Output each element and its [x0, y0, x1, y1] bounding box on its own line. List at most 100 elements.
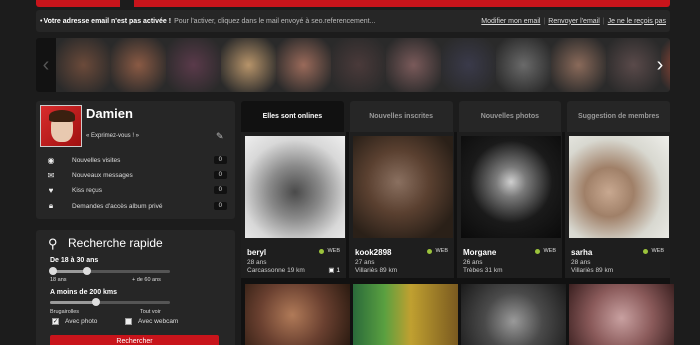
distance-min-label: Brugairolles: [50, 309, 80, 315]
member-name[interactable]: kook2898: [355, 248, 391, 257]
member-card[interactable]: kook2898 WEB 27 ans Villariès 89 km: [349, 132, 454, 278]
edit-email-link[interactable]: Modifier mon email: [481, 18, 540, 25]
online-status: WEB: [427, 248, 448, 254]
member-location: Villariès 89 km: [571, 267, 614, 274]
stat-count: 0: [213, 156, 227, 164]
stat-visits[interactable]: ◉ Nouvelles visites 0: [44, 153, 227, 167]
carousel-thumb[interactable]: [386, 38, 441, 92]
stat-album-requests[interactable]: 🔒︎ Demandes d'accès album privé 0: [44, 199, 227, 213]
member-photo[interactable]: [245, 284, 350, 345]
stat-label: Nouveaux messages: [72, 171, 133, 179]
member-location: Trèbes 31 km: [463, 267, 503, 274]
resend-email-link[interactable]: Renvoyer l'email: [548, 18, 600, 25]
online-dot-icon: [427, 248, 433, 254]
member-name[interactable]: sarha: [571, 248, 592, 257]
distance-slider-handle[interactable]: [92, 298, 100, 306]
carousel-thumb[interactable]: [441, 38, 496, 92]
tab-online[interactable]: Elles sont onlines: [241, 101, 344, 132]
member-name[interactable]: beryl: [247, 248, 266, 257]
carousel-thumb[interactable]: [111, 38, 166, 92]
photo-count-value: 1: [336, 267, 340, 274]
status-text: WEB: [327, 248, 340, 254]
age-range-label: De 18 à 30 ans: [50, 257, 99, 264]
member-carousel: ‹ ›: [36, 38, 670, 92]
quick-search-panel: ⚲ Recherche rapide De 18 à 30 ans 18 ans…: [36, 230, 235, 345]
stat-label: Kiss reçus: [72, 186, 102, 194]
carousel-thumbs: [56, 38, 670, 92]
stat-label: Demandes d'accès album privé: [72, 202, 163, 210]
carousel-thumb[interactable]: [221, 38, 276, 92]
eye-icon: ◉: [47, 155, 55, 165]
member-photo[interactable]: [245, 136, 345, 238]
age-max-label: + de 60 ans: [132, 277, 161, 283]
checkmark-icon: ✓: [52, 318, 59, 325]
separator: |: [543, 17, 546, 25]
member-name[interactable]: Morgane: [463, 248, 496, 257]
pencil-icon[interactable]: ✎: [216, 131, 224, 142]
member-photo[interactable]: [353, 136, 453, 238]
online-dot-icon: [643, 248, 649, 254]
carousel-thumb[interactable]: [56, 38, 111, 92]
email-notice: • Votre adresse email n'est pas activée …: [36, 10, 670, 32]
members-tabs: Elles sont onlines Nouvelles inscrites N…: [241, 101, 670, 132]
member-photo[interactable]: [353, 284, 458, 345]
age-slider-min-handle[interactable]: [49, 267, 57, 275]
notice-info: Pour l'activer, cliquez dans le mail env…: [174, 17, 376, 25]
member-location: Villariès 89 km: [355, 267, 398, 274]
member-card[interactable]: beryl WEB 28 ans Carcassonne 19 km ▣ 1: [241, 132, 346, 278]
carousel-thumb[interactable]: [276, 38, 331, 92]
age-slider-max-handle[interactable]: [83, 267, 91, 275]
profile-panel: Damien « Exprimez-vous ! » ✎ ◉ Nouvelles…: [36, 101, 235, 219]
stat-kiss[interactable]: ♥ Kiss reçus 0: [44, 183, 227, 197]
online-status: WEB: [319, 248, 340, 254]
with-photo-label: Avec photo: [65, 318, 98, 325]
age-min-label: 18 ans: [50, 277, 67, 283]
member-age: 26 ans: [463, 259, 483, 266]
search-icon: ⚲: [48, 236, 58, 251]
top-accent-gap: [120, 0, 134, 7]
profile-mood[interactable]: « Exprimez-vous ! »: [86, 133, 139, 139]
not-received-link[interactable]: Je ne le reçois pas: [608, 18, 666, 25]
status-text: WEB: [651, 248, 664, 254]
with-photo-checkbox[interactable]: ✓ Avec photo: [52, 318, 97, 325]
carousel-thumb[interactable]: [496, 38, 551, 92]
stat-label: Nouvelles visites: [72, 156, 121, 164]
online-status: WEB: [643, 248, 664, 254]
members-grid: beryl WEB 28 ans Carcassonne 19 km ▣ 1 k…: [241, 132, 674, 345]
camera-icon: ▣: [328, 267, 335, 274]
checkbox-box: [125, 318, 132, 325]
member-card[interactable]: sarha WEB 28 ans Villariès 89 km: [565, 132, 670, 278]
tab-new-photos[interactable]: Nouvelles photos: [458, 101, 562, 132]
distance-max-label: Tout voir: [140, 309, 161, 315]
with-webcam-checkbox[interactable]: Avec webcam: [125, 318, 178, 325]
avatar[interactable]: [40, 105, 82, 147]
online-status: WEB: [535, 248, 556, 254]
stat-count: 0: [213, 186, 227, 194]
online-dot-icon: [535, 248, 541, 254]
online-dot-icon: [319, 248, 325, 254]
member-photo[interactable]: [461, 136, 561, 238]
carousel-thumb[interactable]: [166, 38, 221, 92]
distance-label: A moins de 200 kms: [50, 289, 118, 296]
stat-count: 0: [213, 171, 227, 179]
carousel-thumb[interactable]: [331, 38, 386, 92]
chevron-left-icon[interactable]: ‹: [36, 38, 56, 92]
member-photo[interactable]: [569, 284, 674, 345]
member-card[interactable]: Morgane WEB 26 ans Trèbes 31 km: [457, 132, 562, 278]
tab-new-members[interactable]: Nouvelles inscrites: [349, 101, 453, 132]
notice-warning: Votre adresse email n'est pas activée !: [43, 17, 172, 25]
chevron-right-icon[interactable]: ›: [650, 38, 670, 92]
profile-name[interactable]: Damien: [86, 106, 133, 121]
stat-messages[interactable]: ✉ Nouveaux messages 0: [44, 168, 227, 182]
separator: |: [602, 17, 605, 25]
tab-suggestions[interactable]: Suggestion de membres: [567, 101, 670, 132]
member-location: Carcassonne 19 km: [247, 267, 305, 274]
distance-slider-fill: [50, 301, 96, 304]
top-accent-bar: [36, 0, 670, 7]
member-photo[interactable]: [569, 136, 669, 238]
stat-count: 0: [213, 202, 227, 210]
carousel-thumb[interactable]: [551, 38, 606, 92]
member-photo[interactable]: [461, 284, 566, 345]
search-button[interactable]: Rechercher: [50, 335, 219, 345]
member-age: 27 ans: [355, 259, 375, 266]
